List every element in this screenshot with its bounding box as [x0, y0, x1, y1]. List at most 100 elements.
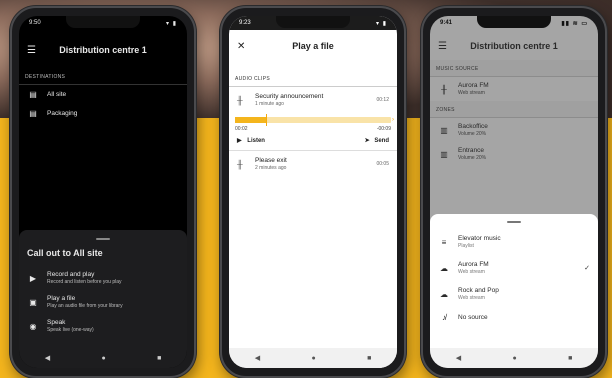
zone-item[interactable]: ▥ Entrance Volume 20% [430, 142, 598, 166]
option-title: Record and play [47, 271, 95, 278]
app-bar: ✕ Play a file [229, 32, 397, 60]
clip-item[interactable]: ╫ Security announcement 1 minute ago 00:… [229, 87, 397, 113]
page-title: Distribution centre 1 [470, 41, 558, 51]
app-bar: ☰ Distribution centre 1 [430, 32, 598, 60]
listen-button[interactable]: ▶ Listen [237, 137, 265, 144]
listen-label: Listen [247, 138, 265, 144]
clip-title: Please exit [255, 157, 287, 164]
source-option-subtitle: Playlist [458, 243, 474, 249]
recents-icon[interactable]: ■ [568, 355, 572, 362]
audio-player: › 00:02 -00:09 ▶ Listen ➤ Send [229, 114, 397, 151]
zone-volume: Volume 20% [458, 131, 487, 137]
destination-item[interactable]: ▤ All site [19, 85, 187, 104]
elapsed-time: 00:02 [235, 126, 248, 132]
playlist-icon: ≡ [441, 237, 447, 247]
back-icon[interactable]: ◀ [45, 354, 50, 362]
home-icon[interactable]: ● [512, 355, 516, 362]
source-option-subtitle: Web stream [458, 269, 485, 275]
play-icon: ▶ [29, 273, 37, 283]
progress-thumb[interactable] [266, 114, 268, 126]
section-header-destinations: DESTINATIONS [19, 68, 187, 85]
play-icon: ▶ [237, 138, 242, 144]
send-label: Send [374, 138, 389, 144]
menu-icon[interactable]: ☰ [27, 45, 43, 56]
check-icon: ✓ [584, 265, 590, 272]
phone-destinations: 9:50 ▾ ▮ ☰ Distribution centre 1 DESTINA… [10, 6, 196, 378]
source-option-title: Aurora FM [458, 261, 489, 268]
status-bar: 9:23 ▾ ▮ [229, 18, 397, 30]
option-speak[interactable]: ◉ Speak Speak live (one-way) [19, 314, 187, 338]
zone-title: Entrance [458, 147, 485, 154]
app-bar: ☰ Distribution centre 1 [19, 36, 187, 64]
source-option[interactable]: ♪̸ No source [430, 307, 598, 328]
mic-icon: ◉ [29, 321, 37, 331]
source-option-title: Rock and Pop [458, 287, 499, 294]
waveform-icon: ╫ [237, 95, 243, 105]
status-time: 9:23 [239, 20, 251, 26]
source-option[interactable]: ≡ Elevator music Playlist [430, 229, 598, 255]
page-title: Play a file [292, 41, 334, 51]
option-title: Speak [47, 319, 66, 326]
speaker-icon: ▥ [440, 125, 448, 135]
source-option[interactable]: ☁ Rock and Pop Web stream [430, 281, 598, 307]
source-option-title: Elevator music [458, 235, 501, 242]
remaining-time: -00:09 [376, 126, 391, 132]
music-source-item[interactable]: ╫ Aurora FM Web stream [430, 77, 598, 101]
bottom-sheet: Call out to All site ▶ Record and play R… [19, 230, 187, 348]
source-option-title: No source [458, 314, 488, 321]
recents-icon[interactable]: ■ [367, 355, 371, 362]
send-button[interactable]: ➤ Send [365, 137, 389, 144]
home-icon[interactable]: ● [101, 355, 105, 362]
source-title: Aurora FM [458, 82, 489, 89]
speaker-icon: ▥ [440, 149, 448, 159]
sheet-title: Call out to All site [27, 248, 103, 258]
sheet-handle[interactable] [507, 221, 521, 223]
zone-volume: Volume 20% [458, 155, 487, 161]
waveform-icon: ╫ [237, 159, 243, 169]
clip-title: Security announcement [255, 93, 324, 100]
back-icon[interactable]: ◀ [255, 354, 260, 362]
status-bar: 9:50 ▾ ▮ [19, 18, 187, 30]
zone-title: Backoffice [458, 123, 488, 130]
clip-duration: 00:12 [376, 97, 389, 103]
option-play-a-file[interactable]: ▣ Play a file Play an audio file from yo… [19, 290, 187, 314]
progress-slider[interactable]: › [235, 114, 394, 126]
source-option[interactable]: ☁ Aurora FM Web stream ✓ [430, 255, 598, 281]
option-subtitle: Record and listen before you play [47, 279, 122, 285]
zone-item[interactable]: ▥ Backoffice Volume 20% [430, 118, 598, 142]
phone-screen: 9:23 ▾ ▮ ✕ Play a file AUDIO CLIPS ╫ Sec… [229, 16, 397, 368]
option-subtitle: Play an audio file from your library [47, 303, 123, 309]
progress-fill [235, 117, 267, 123]
close-icon[interactable]: ✕ [237, 41, 253, 52]
recents-icon[interactable]: ■ [157, 355, 161, 362]
phone-play-file: 9:23 ▾ ▮ ✕ Play a file AUDIO CLIPS ╫ Sec… [220, 6, 406, 378]
clip-item[interactable]: ╫ Please exit 2 minutes ago 00:05 [229, 151, 397, 177]
phone-screen: 9:41 ▮▮ ≋ ▭ ☰ Distribution centre 1 MUSI… [430, 16, 598, 368]
status-icons: ▾ ▮ [166, 21, 177, 27]
device-icon: ▤ [29, 90, 37, 99]
status-icons: ▮▮ ≋ ▭ [561, 21, 588, 27]
nav-bar: ◀ ● ■ [430, 348, 598, 368]
status-bar: 9:41 ▮▮ ≋ ▭ [430, 18, 598, 30]
destination-item[interactable]: ▤ Packaging [19, 104, 187, 123]
destination-label: All site [47, 91, 67, 98]
section-header-music-source: MUSIC SOURCE [430, 60, 598, 77]
section-header-zones: ZONES [430, 101, 598, 118]
sheet-handle[interactable] [96, 238, 110, 240]
status-icons: ▾ ▮ [376, 21, 387, 27]
status-time: 9:41 [440, 20, 453, 26]
nav-bar: ◀ ● ■ [19, 348, 187, 368]
option-record-and-play[interactable]: ▶ Record and play Record and listen befo… [19, 266, 187, 290]
waveform-icon: ╫ [441, 84, 447, 94]
cloud-icon: ☁ [440, 289, 448, 299]
page-title: Distribution centre 1 [59, 45, 147, 55]
back-icon[interactable]: ◀ [456, 354, 461, 362]
section-header-audio-clips: AUDIO CLIPS [229, 70, 397, 87]
no-music-icon: ♪̸ [442, 313, 446, 322]
file-icon: ▣ [29, 297, 37, 307]
source-subtitle: Web stream [458, 90, 485, 96]
option-subtitle: Speak live (one-way) [47, 327, 94, 333]
home-icon[interactable]: ● [311, 355, 315, 362]
menu-icon[interactable]: ☰ [438, 41, 454, 52]
send-icon: ➤ [364, 138, 370, 144]
